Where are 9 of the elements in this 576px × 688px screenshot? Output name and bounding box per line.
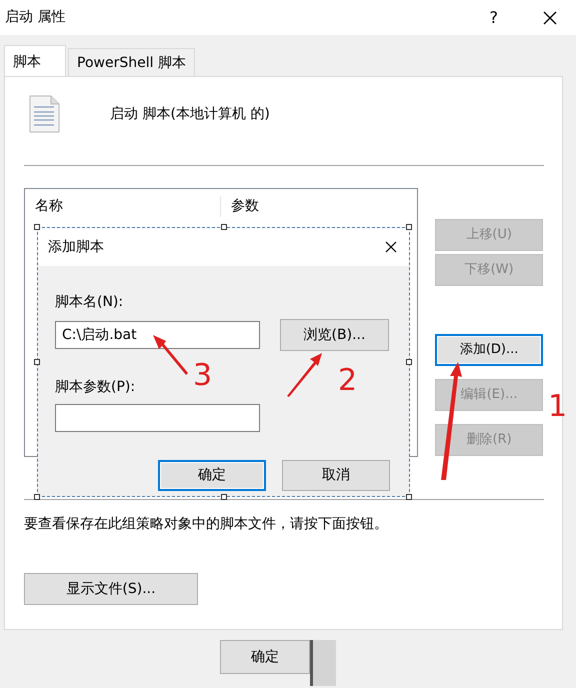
window-title: 启动 属性 <box>5 8 66 27</box>
field-label: 脚本参数(P): <box>55 378 136 397</box>
dialog-title: 添加脚本 <box>48 238 104 256</box>
annotation-number: 1 <box>548 392 568 422</box>
annotation-number: 3 <box>193 361 212 391</box>
instruction-text: 要查看保存在此组策略对象中的脚本文件，请按下面按钮。 <box>24 515 389 534</box>
field-label: 脚本名(N): <box>55 293 124 312</box>
annotation-number: 2 <box>338 366 358 396</box>
header-text: 启动 脚本(本地计算机 的) <box>110 104 270 124</box>
